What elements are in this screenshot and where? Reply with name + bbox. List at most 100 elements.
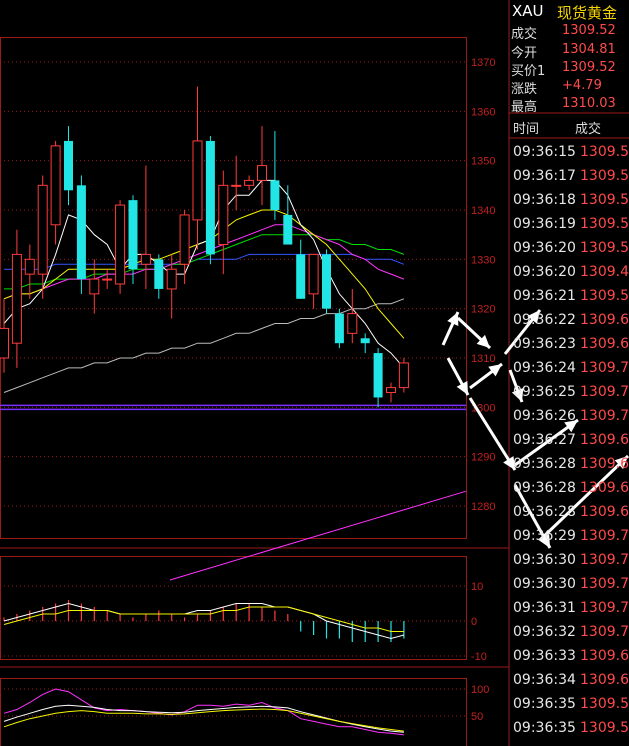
tick-row[interactable]: 09:36:281309.65 xyxy=(509,477,629,501)
quote-row-bid: 买价1 1309.52 xyxy=(509,59,629,79)
tick-row[interactable]: 09:36:181309.52 xyxy=(509,189,629,213)
macd-tick-label: 0 xyxy=(471,616,477,628)
tick-row[interactable]: 09:36:261309.71 xyxy=(509,405,629,429)
candle-body-up xyxy=(115,204,126,285)
tick-time: 09:36:15 xyxy=(513,144,576,160)
quote-header: XAU 现货黄金 xyxy=(509,0,629,22)
tick-time: 09:36:35 xyxy=(513,720,576,736)
tick-row[interactable]: 09:36:201309.48 xyxy=(509,261,629,285)
tick-price: 1309.78 xyxy=(580,528,629,544)
tick-row[interactable]: 09:36:171309.58 xyxy=(509,165,629,189)
tick-price: 1309.73 xyxy=(580,384,629,400)
tick-row[interactable]: 09:36:301309.71 xyxy=(509,573,629,597)
tick-time: 09:36:27 xyxy=(513,432,576,448)
tick-time: 09:36:28 xyxy=(513,456,576,472)
tick-time: 09:36:20 xyxy=(513,240,576,256)
candle-body-up xyxy=(89,278,100,295)
quote-label: 成交 xyxy=(511,27,538,42)
price-tick-label: 1350 xyxy=(471,156,495,168)
tick-time: 09:36:33 xyxy=(513,648,576,664)
quote-row-change: 涨跌 +4.79 xyxy=(509,77,629,97)
tick-row[interactable]: 09:36:331309.69 xyxy=(509,645,629,669)
tick-row[interactable]: 09:36:211309.52 xyxy=(509,285,629,309)
kdj-tick-label: 50 xyxy=(471,711,483,723)
arrow-annotation xyxy=(441,311,460,346)
tick-time: 09:36:22 xyxy=(513,312,576,328)
tick-time: 09:36:25 xyxy=(513,384,576,400)
tick-price: 1309.71 xyxy=(580,408,629,424)
candle-body-down xyxy=(128,200,138,270)
price-tick-label: 1340 xyxy=(471,205,495,217)
tick-row[interactable]: 09:36:301309.74 xyxy=(509,549,629,573)
tick-row[interactable]: 09:36:251309.73 xyxy=(509,381,629,405)
tick-price: 1309.75 xyxy=(580,360,629,376)
symbol-name: 现货黄金 xyxy=(557,4,618,22)
price-tick-label: 1280 xyxy=(471,501,495,513)
tick-time: 09:36:30 xyxy=(513,576,576,592)
price-tick-label: 1330 xyxy=(471,254,495,266)
candle-body-down xyxy=(154,259,164,289)
tick-time: 09:36:28 xyxy=(513,480,576,496)
candle-body-down xyxy=(76,185,86,280)
tick-row[interactable]: 09:36:241309.75 xyxy=(509,357,629,381)
candle-body-up xyxy=(24,258,35,275)
candle-body-up xyxy=(179,214,190,265)
tick-price: 1309.58 xyxy=(580,168,629,184)
tick-row[interactable]: 09:36:281309.66 xyxy=(509,501,629,525)
quote-value: +4.79 xyxy=(562,78,602,93)
kdj-j-line xyxy=(3,708,404,732)
tick-row[interactable]: 09:36:271309.68 xyxy=(509,429,629,453)
macd-tick-label: -10 xyxy=(471,651,487,663)
tick-time: 09:36:31 xyxy=(513,600,576,616)
candle-body-down xyxy=(270,180,280,210)
tick-row[interactable]: 09:36:351309.52 xyxy=(509,717,629,741)
price-tick-label: 1290 xyxy=(471,452,495,464)
candle-body-down xyxy=(322,254,331,309)
tick-time: 09:36:35 xyxy=(513,696,576,712)
tick-time: 09:36:32 xyxy=(513,624,576,640)
tick-time: 09:36:20 xyxy=(513,264,576,280)
candle-body-down xyxy=(205,140,215,255)
tick-row[interactable]: 09:36:231309.67 xyxy=(509,333,629,357)
tick-row[interactable]: 09:36:311309.70 xyxy=(509,597,629,621)
price-axis-labels: 1370136013501340133013201310130012901280… xyxy=(471,57,495,723)
macd-tick-label: 10 xyxy=(471,581,483,593)
tick-row[interactable]: 09:36:151309.57 xyxy=(509,141,629,165)
tick-row[interactable]: 09:36:201309.50 xyxy=(509,237,629,261)
tick-row[interactable]: 09:36:221309.64 xyxy=(509,309,629,333)
tick-row[interactable]: 09:36:28 1309.6 xyxy=(509,453,629,477)
macd-panel xyxy=(3,600,405,642)
tick-row[interactable]: 09:36:291309.78 xyxy=(509,525,629,549)
tick-row[interactable]: 09:36:321309.73 xyxy=(509,621,629,645)
candle-body-up xyxy=(231,184,242,187)
tick-time: 09:36:28 xyxy=(513,504,576,520)
candle-body-up xyxy=(37,184,48,275)
tick-price: 1309.65 xyxy=(580,480,629,496)
tick-price: 1309.67 xyxy=(580,336,629,352)
quote-value: 1309.52 xyxy=(562,60,616,75)
candle-body-up xyxy=(308,253,319,295)
candle-body-up xyxy=(386,387,396,394)
candle-body-down xyxy=(296,254,306,299)
tick-row[interactable]: 09:36:191309.55 xyxy=(509,213,629,237)
tick-price: 1309.66 xyxy=(580,504,629,520)
arrow-annotation xyxy=(469,362,503,390)
tick-price: 1309.69 xyxy=(580,648,629,664)
tick-row[interactable]: 09:36:341309.66 xyxy=(509,669,629,693)
tick-time: 09:36:24 xyxy=(513,360,576,376)
candle-body-up xyxy=(11,253,22,344)
price-tick-label: 1310 xyxy=(471,353,495,365)
candle-body-up xyxy=(166,268,177,290)
symbol-code: XAU xyxy=(512,2,544,20)
ticks-header: 时间 成交 xyxy=(509,114,629,138)
quote-label: 最高 xyxy=(511,100,538,115)
candle-body-down xyxy=(360,338,370,344)
tick-row[interactable]: 09:36:351309.55 xyxy=(509,693,629,717)
candle-body-up xyxy=(0,327,9,359)
moving-average-lines xyxy=(3,179,405,393)
tick-price: 1309.73 xyxy=(580,624,629,640)
arrow-annotation xyxy=(446,357,470,396)
ma5-line xyxy=(3,179,405,369)
tick-price: 1309.68 xyxy=(580,432,629,448)
quote-value: 1304.81 xyxy=(562,42,616,57)
